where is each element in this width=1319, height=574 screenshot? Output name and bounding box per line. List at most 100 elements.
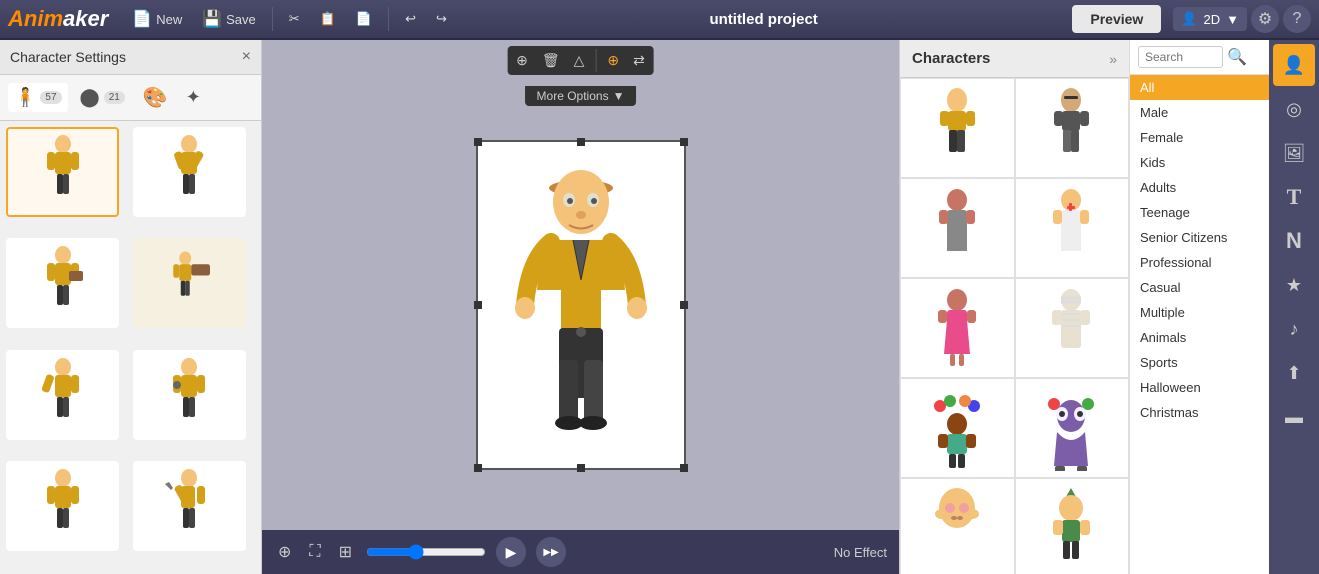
char-thumb-6[interactable] (133, 350, 246, 440)
handle-top-left[interactable] (474, 138, 482, 146)
char-expand-button[interactable]: » (1109, 51, 1117, 67)
play-button[interactable]: ▶ (496, 537, 526, 567)
cat-multiple[interactable]: Multiple (1130, 300, 1269, 325)
char-card-4[interactable] (1015, 178, 1130, 278)
cat-halloween[interactable]: Halloween (1130, 375, 1269, 400)
cat-adults[interactable]: Adults (1130, 175, 1269, 200)
cat-teenage[interactable]: Teenage (1130, 200, 1269, 225)
screen-tool-btn[interactable]: ▬ (1273, 396, 1315, 438)
char-card-8[interactable] (1015, 378, 1130, 478)
handle-bottom-mid[interactable] (577, 464, 585, 472)
cat-casual[interactable]: Casual (1130, 275, 1269, 300)
help-button[interactable]: ? (1283, 5, 1311, 33)
char-tabs: 🧍 57 ⬤ 21 🎨 ✦ (0, 75, 261, 121)
grid-btn[interactable]: ⊞ (335, 538, 356, 566)
font-tool-btn[interactable]: N (1273, 220, 1315, 262)
main-area: Character Settings × 🧍 57 ⬤ 21 🎨 ✦ (0, 40, 1319, 574)
char-card-figure-6 (1044, 286, 1099, 371)
next-frame-button[interactable]: ▶▶ (536, 537, 566, 567)
handle-left-mid[interactable] (474, 301, 482, 309)
char-figure-3 (33, 243, 93, 323)
categories-panel: 🔍 All Male Female Kids Adults Teenage Se… (1129, 40, 1269, 574)
flip-btn[interactable]: △ (568, 49, 591, 72)
characters-title: Characters (912, 50, 990, 67)
char-card-5[interactable] (900, 278, 1015, 378)
canvas-area[interactable]: ⊕ 🗑 △ ⊕ ⇄ More Options ▼ (262, 40, 899, 530)
handle-bottom-right[interactable] (680, 464, 688, 472)
char-card-10[interactable] (1015, 478, 1130, 574)
target-btn[interactable]: ⊕ (274, 538, 295, 566)
redo-button[interactable]: ↪ (428, 7, 455, 31)
preview-button[interactable]: Preview (1072, 5, 1161, 33)
location-tool-btn[interactable]: ◎ (1273, 88, 1315, 130)
swap-btn[interactable]: ⇄ (627, 49, 651, 72)
rotate-btn[interactable]: ⊕ (601, 49, 625, 72)
char-thumb-1[interactable] (6, 127, 119, 217)
character-tool-btn[interactable]: 👤 (1273, 44, 1315, 86)
delete-btn[interactable]: 🗑 (536, 49, 566, 72)
char-figure-6 (159, 355, 219, 435)
cat-male[interactable]: Male (1130, 100, 1269, 125)
more-options-bar[interactable]: More Options ▼ (525, 86, 637, 106)
view-mode-select[interactable]: 👤 2D ▼ (1173, 7, 1247, 31)
char-figure-4 (159, 243, 219, 323)
cat-professional[interactable]: Professional (1130, 250, 1269, 275)
char-card-2[interactable] (1015, 78, 1130, 178)
char-card-7[interactable] (900, 378, 1015, 478)
search-input[interactable] (1138, 46, 1223, 68)
char-thumb-8[interactable] (133, 461, 246, 551)
cat-all[interactable]: All (1130, 75, 1269, 100)
paste-icon: 📄 (356, 11, 372, 27)
project-title: untitled project (459, 11, 1069, 28)
copy-button[interactable]: 📋 (312, 7, 344, 31)
char-thumb-7[interactable] (6, 461, 119, 551)
handle-bottom-left[interactable] (474, 464, 482, 472)
undo-button[interactable]: ↩ (397, 7, 424, 31)
char-thumb-5[interactable] (6, 350, 119, 440)
copy-icon: 📋 (320, 11, 336, 27)
char-grid (900, 78, 1129, 574)
char-thumb-3[interactable] (6, 238, 119, 328)
star-tool-btn[interactable]: ★ (1273, 264, 1315, 306)
avatar-icon: 👤 (1181, 11, 1197, 27)
move-btn[interactable]: ⊕ (510, 49, 534, 72)
handle-right-mid[interactable] (680, 301, 688, 309)
right-panel: Characters » (899, 40, 1129, 574)
close-button[interactable]: × (242, 48, 251, 66)
char-card-9[interactable] (900, 478, 1015, 574)
save-icon: 💾 (202, 9, 222, 29)
icon-bar: 👤 ◎ 🖼 T N ★ ♪ ⬆ ▬ (1269, 40, 1319, 574)
handle-top-mid[interactable] (577, 138, 585, 146)
cat-sports[interactable]: Sports (1130, 350, 1269, 375)
cat-christmas[interactable]: Christmas (1130, 400, 1269, 425)
text-tool-btn[interactable]: T (1273, 176, 1315, 218)
tab-effects[interactable]: ✦ (180, 83, 207, 112)
save-button[interactable]: 💾 Save (194, 5, 264, 33)
new-button[interactable]: 📄 New (124, 5, 190, 33)
char-thumb-2[interactable] (133, 127, 246, 217)
char-card-6[interactable] (1015, 278, 1130, 378)
tab-colors[interactable]: 🎨 (137, 81, 174, 114)
image-tool-btn[interactable]: 🖼 (1273, 132, 1315, 174)
music-tool-btn[interactable]: ♪ (1273, 308, 1315, 350)
cat-animals[interactable]: Animals (1130, 325, 1269, 350)
scenes-count: 21 (104, 91, 125, 104)
upload-tool-btn[interactable]: ⬆ (1273, 352, 1315, 394)
cat-senior[interactable]: Senior Citizens (1130, 225, 1269, 250)
effect-label: No Effect (834, 545, 887, 560)
char-thumb-4[interactable] (133, 238, 246, 328)
char-card-3[interactable] (900, 178, 1015, 278)
settings-button[interactable]: ⚙ (1251, 5, 1279, 33)
handle-top-right[interactable] (680, 138, 688, 146)
char-card-1[interactable] (900, 78, 1015, 178)
char-figure-1 (33, 132, 93, 212)
separator (272, 7, 273, 31)
cut-button[interactable]: ✂ (281, 7, 308, 31)
cat-female[interactable]: Female (1130, 125, 1269, 150)
tab-scenes[interactable]: ⬤ 21 (74, 83, 131, 112)
expand-btn[interactable]: ⛶ (305, 539, 324, 565)
tab-poses[interactable]: 🧍 57 (8, 83, 68, 112)
cat-kids[interactable]: Kids (1130, 150, 1269, 175)
paste-button[interactable]: 📄 (348, 7, 380, 31)
timeline-slider[interactable] (366, 544, 486, 560)
